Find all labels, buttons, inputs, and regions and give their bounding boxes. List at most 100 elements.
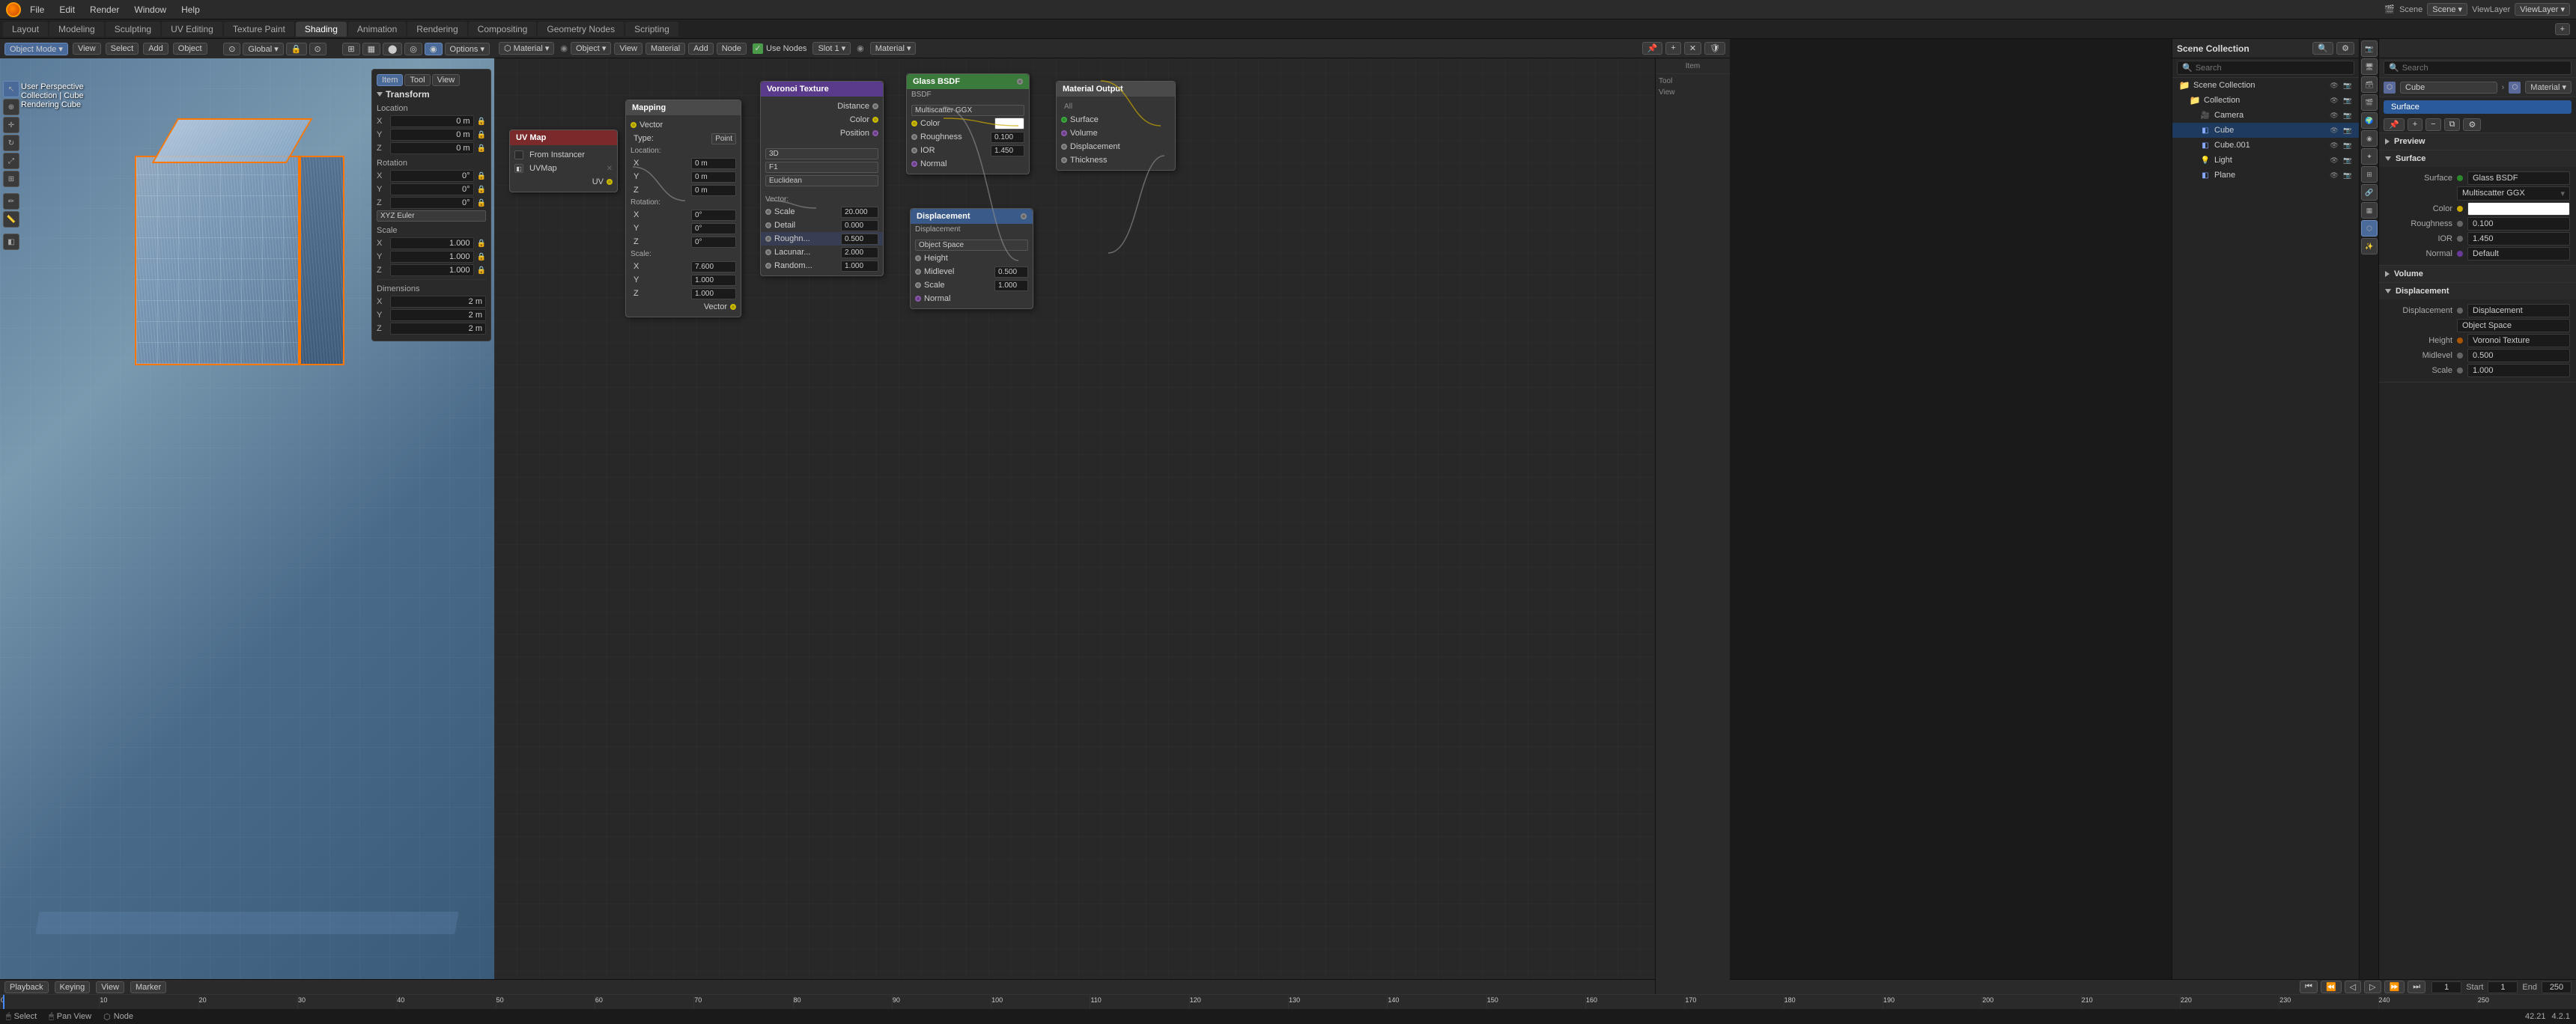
outliner-filter-btn[interactable]: ⚙ [2336, 42, 2354, 55]
end-frame-input[interactable]: 250 [2542, 981, 2572, 993]
viewport-proportional[interactable]: ⊙ [309, 43, 326, 55]
voronoi-feature-selector[interactable]: F1 [765, 162, 878, 173]
rot-x-value[interactable]: 0° [390, 170, 474, 182]
midlevel-value[interactable]: 0.500 [2467, 349, 2570, 362]
eye-icon-collection[interactable]: 👁 [2329, 95, 2339, 106]
material-pin-icon[interactable]: 📌 [2384, 118, 2405, 131]
render-icon-camera[interactable]: 📷 [2342, 110, 2353, 121]
outliner-scene-collection[interactable]: 📁 Scene Collection 👁 📷 [2172, 78, 2359, 93]
prop-tab-constraints[interactable]: 🔗 [2361, 184, 2378, 201]
play-btn[interactable]: ▷ [2364, 981, 2381, 993]
mapping-loc-z-val[interactable]: 0 m [691, 185, 736, 196]
viewport-shading-wire[interactable]: ▦ [362, 43, 380, 55]
render-icon-cube[interactable]: 📷 [2342, 125, 2353, 135]
material-selector-dropdown[interactable]: Cube [2400, 82, 2497, 94]
render-icon-plane[interactable]: 📷 [2342, 170, 2353, 180]
material-settings[interactable]: ⚙ [2463, 118, 2481, 131]
from-instancer-checkbox[interactable] [514, 150, 523, 159]
node-pin[interactable]: 📌 [1642, 42, 1663, 55]
select-btn[interactable]: Material [645, 43, 685, 55]
viewport-pivot[interactable]: ⊙ [223, 43, 240, 55]
play-reverse-btn[interactable]: ◁ [2345, 981, 2361, 993]
scale-z-lock[interactable]: 🔒 [477, 266, 486, 275]
timeline-ruler[interactable]: 0 10 20 30 40 50 60 70 80 90 100 110 120… [0, 995, 2576, 1009]
prop-tab-scene[interactable]: 🎬 [2361, 94, 2378, 111]
eye-icon-scene[interactable]: 👁 [2329, 80, 2339, 91]
mapping-loc-x-val[interactable]: 0 m [691, 158, 736, 169]
eye-icon-camera[interactable]: 👁 [2329, 110, 2339, 121]
mapping-rot-x-val[interactable]: 0° [691, 210, 736, 221]
eye-icon-cube[interactable]: 👁 [2329, 125, 2339, 135]
node-material-output[interactable]: Material Output All Surface Volume [1056, 81, 1176, 171]
node-new[interactable]: + [1665, 42, 1680, 55]
dim-y-value[interactable]: 2 m [390, 309, 486, 321]
timeline-playhead[interactable] [3, 995, 4, 1009]
viewport-shading-material[interactable]: ◎ [404, 43, 422, 55]
displacement-method-value[interactable]: Displacement [2467, 304, 2570, 317]
eye-icon-light[interactable]: 👁 [2329, 155, 2339, 165]
outliner-plane[interactable]: ◧ Plane 👁 📷 [2172, 168, 2359, 183]
displacement-space-value[interactable]: Object Space [2457, 319, 2570, 332]
viewport-object-menu[interactable]: Object [173, 43, 207, 55]
roughness-value[interactable]: 0.100 [2467, 217, 2570, 231]
jump-start-btn[interactable]: ⏮ [2300, 981, 2318, 993]
tool-select[interactable]: ↖ [3, 81, 19, 97]
viewport-overlay-toggle[interactable]: ⊞ [342, 43, 359, 55]
scale-y-value[interactable]: 1.000 [390, 251, 474, 263]
tool-scale[interactable]: ⤢ [3, 153, 19, 169]
voronoi-roughness-val[interactable]: 0.500 [841, 234, 878, 245]
mapping-scale-z-val[interactable]: 1.000 [691, 288, 736, 299]
start-frame-input[interactable]: 1 [2488, 981, 2518, 993]
uvmap-close[interactable]: ✕ [607, 165, 613, 173]
voronoi-scale-val[interactable]: 20.000 [841, 207, 878, 218]
view-btn[interactable]: View [614, 43, 643, 55]
uvmap-name[interactable]: UVMap [526, 164, 607, 173]
next-frame-btn[interactable]: ⏩ [2384, 981, 2405, 993]
prop-tab-viewlayer[interactable]: 🗃 [2361, 76, 2378, 93]
timeline-marker-menu[interactable]: Marker [130, 981, 166, 993]
preview-section-header[interactable]: Preview [2379, 133, 2576, 150]
current-frame-display[interactable]: 1 [2431, 981, 2461, 993]
outliner-camera[interactable]: 🎥 Camera 👁 📷 [2172, 108, 2359, 123]
node-fake-user[interactable]: 🛡 [1704, 42, 1725, 55]
tab-layout[interactable]: Layout [3, 22, 48, 37]
prop-tab-world[interactable]: 🌍 [2361, 112, 2378, 129]
node-uv-map[interactable]: UV Map From Instancer ◧ UVMap ✕ UV [509, 129, 618, 192]
color-value[interactable] [2467, 202, 2570, 216]
object-mode-selector[interactable]: Object Mode ▾ [4, 43, 68, 55]
material-item-btn[interactable]: Surface [2384, 100, 2572, 114]
mapping-loc-y-val[interactable]: 0 m [691, 171, 736, 183]
height-node-value[interactable]: Voronoi Texture [2467, 334, 2570, 347]
object-selector[interactable]: Object ▾ [571, 42, 611, 55]
viewport-select-menu[interactable]: Select [106, 43, 139, 55]
scale-x-lock[interactable]: 🔒 [477, 240, 486, 248]
node-displacement[interactable]: Displacement Displacement Object Space H… [910, 208, 1033, 309]
n-tab-view[interactable]: View [432, 74, 461, 86]
tab-texture-paint[interactable]: Texture Paint [224, 22, 294, 37]
scale-y-lock[interactable]: 🔒 [477, 253, 486, 261]
dim-z-value[interactable]: 2 m [390, 323, 486, 335]
viewport-transform[interactable]: Global ▾ [243, 43, 283, 55]
mapping-rot-z-val[interactable]: 0° [691, 237, 736, 248]
node-glass-bsdf[interactable]: Glass BSDF BSDF Multiscatter GGX Color [906, 73, 1030, 174]
tool-annotate[interactable]: ✏ [3, 193, 19, 210]
tool-transform[interactable]: ⊞ [3, 171, 19, 187]
tab-geometry-nodes[interactable]: Geometry Nodes [538, 22, 624, 37]
displacement-midlevel-val[interactable]: 0.500 [994, 266, 1028, 278]
tab-animation[interactable]: Animation [348, 22, 406, 37]
displacement-scale-val[interactable]: 1.000 [994, 280, 1028, 291]
mapping-scale-y-val[interactable]: 1.000 [691, 275, 736, 286]
tool-rotate[interactable]: ↻ [3, 135, 19, 151]
scale-value[interactable]: 1.000 [2467, 364, 2570, 377]
n-tab-item[interactable]: Item [377, 74, 403, 86]
voronoi-metric-selector[interactable]: Euclidean [765, 175, 878, 186]
outliner-search-btn[interactable]: 🔍 [2312, 42, 2333, 55]
rot-y-lock[interactable]: 🔒 [477, 186, 486, 194]
loc-y-lock[interactable]: 🔒 [477, 131, 486, 139]
material-name-selector[interactable]: Material ▾ [2525, 81, 2572, 94]
prop-tab-output[interactable]: 🖥 [2361, 58, 2378, 75]
eye-icon-plane[interactable]: 👁 [2329, 170, 2339, 180]
displacement-space-selector[interactable]: Object Space [915, 240, 1028, 251]
viewport-options[interactable]: Options ▾ [445, 43, 490, 55]
tab-uv-editing[interactable]: UV Editing [162, 22, 222, 37]
